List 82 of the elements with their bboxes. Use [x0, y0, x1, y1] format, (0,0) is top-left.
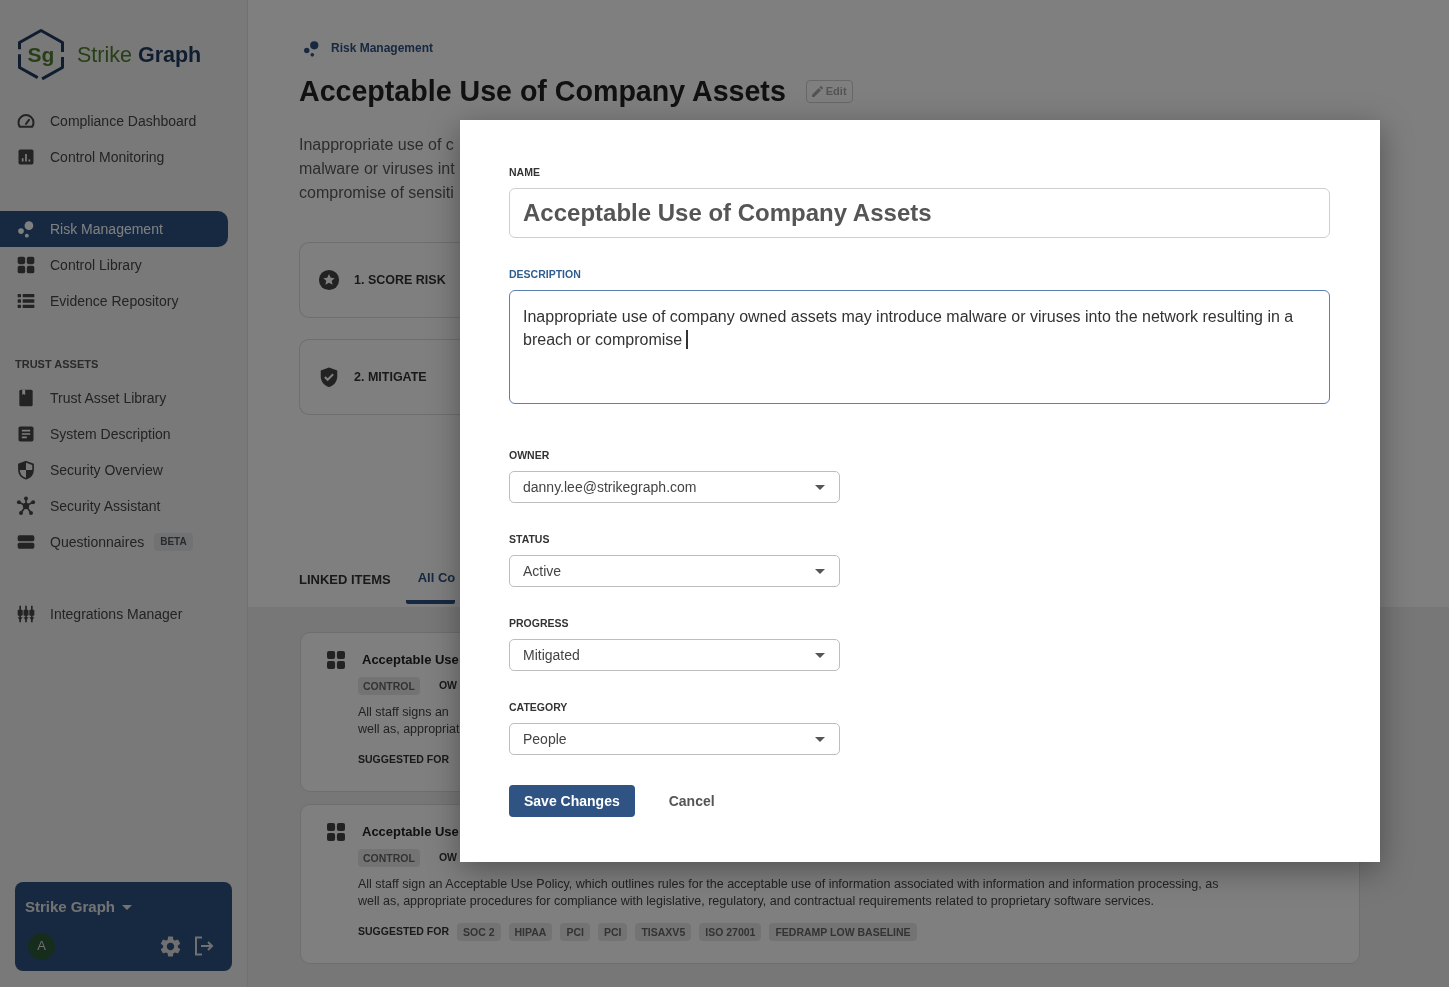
framework-badge: SOC 2 [457, 923, 501, 941]
framework-badge: PCI [597, 923, 628, 941]
caret-down-icon [122, 904, 133, 910]
suggested-label: SUGGESTED FOR [358, 924, 449, 940]
cancel-button[interactable]: Cancel [668, 785, 715, 817]
field-label: STATUS [509, 533, 550, 545]
nav-item[interactable]: Risk Management [0, 211, 228, 247]
field-label: OWNER [509, 449, 550, 461]
settings-icon[interactable] [160, 935, 181, 957]
section-heading: TRUST ASSETS [15, 357, 99, 372]
nav-item[interactable]: Control Library [0, 247, 228, 283]
dropdown-field[interactable]: Mitigated [509, 639, 840, 671]
description-field[interactable]: Inappropriate use of company owned assets may introduce malware or viruses into the network resulting in a breach or compromise [509, 290, 1330, 404]
description-line: Inappropriate use of c [299, 135, 454, 155]
nav-item[interactable]: Security Assistant [0, 488, 228, 524]
avatar[interactable]: A [28, 932, 55, 960]
owner-label: OW [438, 678, 457, 694]
name-field[interactable]: Acceptable Use of Company Assets [509, 188, 1330, 238]
save-button[interactable]: Save Changes [509, 785, 635, 817]
breadcrumb-link[interactable]: Risk Management [331, 39, 434, 57]
nav-item[interactable]: Security Overview [0, 452, 228, 488]
caret-down-icon [815, 736, 825, 742]
type-badge: CONTROL [358, 677, 420, 695]
caret-down-icon [815, 652, 825, 658]
nav-item[interactable]: Control Monitoring [0, 139, 228, 175]
framework-badge: HIPAA [508, 923, 553, 941]
field-label: PROGRESS [509, 617, 569, 629]
field-label: DESCRIPTION [509, 268, 581, 280]
book-icon [16, 388, 36, 408]
caret-down-icon [815, 484, 825, 490]
dropdown-field[interactable]: People [509, 723, 840, 755]
nav-item[interactable]: Integrations Manager [0, 596, 228, 632]
caret-down-icon [815, 568, 825, 574]
section-heading: LINKED ITEMS [299, 571, 391, 590]
text-cursor-icon [686, 329, 688, 349]
page-title: Acceptable Use of Company Assets [299, 74, 786, 108]
framework-badge: PCI [560, 923, 590, 941]
description-text: All staff sign an Acceptable Use Policy, which outlines rules for the acceptable use of information associated with information and information processing, as well as, appropriate procedures for compliance with legislative, regulatory, and contractual requirements related to proprietary software services. [358, 876, 1220, 910]
field-label: NAME [509, 166, 540, 178]
nav-item[interactable]: Questionnaires BETA [0, 524, 228, 560]
stacked-bars-icon [16, 532, 36, 552]
label-badge: BETA [154, 533, 193, 551]
framework-badge: TISAXV5 [635, 923, 692, 941]
logo: Sg [16, 28, 66, 82]
brand-name: Strike Graph [77, 41, 202, 69]
shield-check-icon [318, 366, 340, 388]
grid-icon [327, 651, 345, 669]
gauge-icon [16, 111, 36, 131]
list-icon [16, 291, 36, 311]
step-label: 1. SCORE RISK [354, 271, 446, 289]
nav-item[interactable]: Trust Asset Library [0, 380, 228, 416]
document-icon [16, 424, 36, 444]
organization-switcher[interactable]: Strike Graph [25, 896, 133, 918]
description-line: compromise of sensiti [299, 183, 454, 203]
dropdown-field[interactable]: danny.lee@strikegraph.com [509, 471, 840, 503]
suggested-label: SUGGESTED FOR [358, 752, 449, 768]
connectors-icon [16, 604, 36, 624]
nav-item[interactable]: System Description [0, 416, 228, 452]
nav-item[interactable]: Evidence Repository [0, 283, 228, 319]
description-line: All staff signs an [358, 704, 449, 721]
logout-icon[interactable] [194, 936, 214, 956]
card-title[interactable]: Acceptable Use [362, 651, 459, 669]
description-line: malware or viruses int [299, 159, 455, 179]
shield-icon [16, 460, 36, 480]
pencil-icon [811, 85, 823, 97]
step-label: 2. MITIGATE [354, 368, 427, 386]
network-icon [16, 496, 36, 516]
owner-label: OW [438, 850, 457, 866]
grid-icon [16, 255, 36, 275]
framework-badge: FEDRAMP LOW BASELINE [769, 923, 917, 941]
description-line: well as, appropriat [358, 721, 460, 738]
grid-icon [327, 823, 345, 841]
framework-badge: ISO 27001 [699, 923, 762, 941]
step-card[interactable]: 1. SCORE RISK [299, 242, 460, 318]
type-badge: CONTROL [358, 849, 420, 867]
nav-item[interactable]: Compliance Dashboard [0, 103, 228, 139]
bubbles-icon [302, 38, 321, 58]
bubbles-icon [16, 219, 36, 239]
card-title[interactable]: Acceptable Use [362, 823, 459, 841]
field-label: CATEGORY [509, 701, 568, 713]
dropdown-field[interactable]: Active [509, 555, 840, 587]
bar-chart-icon [16, 147, 36, 167]
